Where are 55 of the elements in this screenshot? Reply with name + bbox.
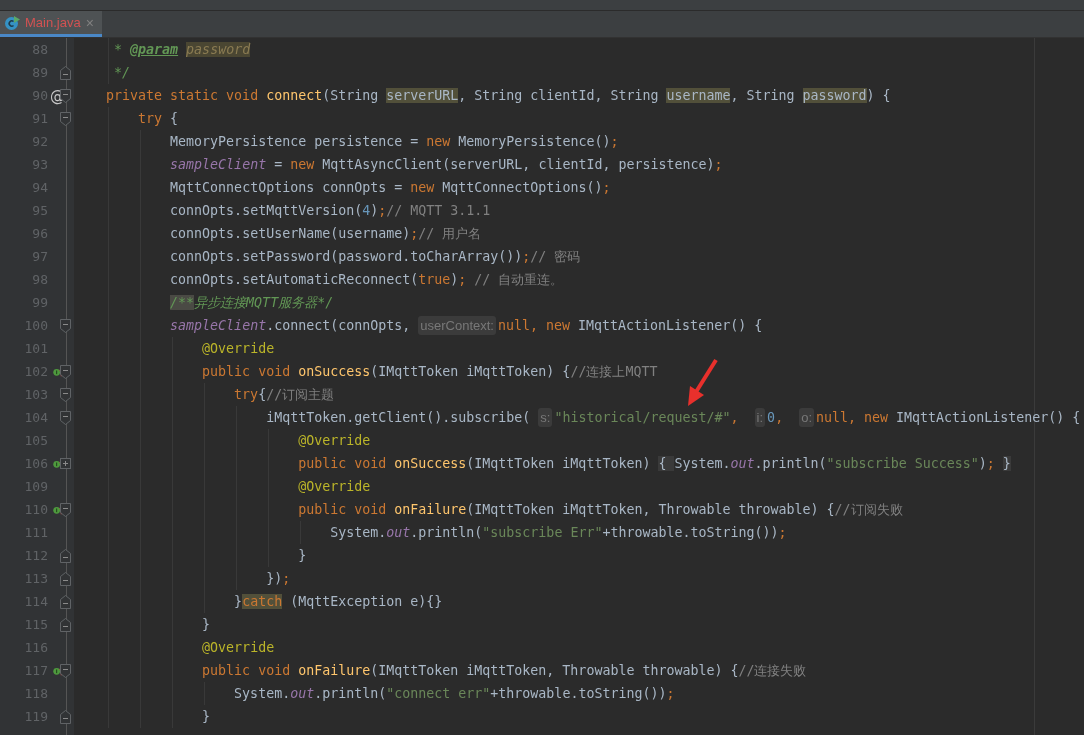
- inlay-hint: s:: [538, 408, 553, 427]
- code-text: System.out.println("subscribe Err"+throwable.toString());: [329, 525, 787, 540]
- code-text: public void onSuccess(IMqttToken iMqttToken) { System.out.println("subscribe Success"); }: [297, 456, 1011, 471]
- inlay-hint: o:: [799, 408, 814, 427]
- code-text: null, new IMqttActionListener() {: [497, 318, 763, 333]
- code-text: sampleClient = new MqttAsyncClient(serverURL, clientId, persistence);: [169, 157, 723, 172]
- fold-minus-icon[interactable]: [60, 617, 71, 632]
- code-text: MemoryPersistence persistence = new MemoryPersistence();: [169, 134, 619, 149]
- code-text: iMqttToken.getClient().subscribe(: [265, 410, 532, 425]
- class-file-icon: [4, 14, 20, 31]
- code-text: @Override: [297, 479, 371, 494]
- fold-minus-icon[interactable]: [60, 548, 71, 563]
- code-text: System.out.println("connect err"+throwable.toString());: [233, 686, 675, 701]
- fold-minus-icon[interactable]: [60, 387, 71, 402]
- fold-minus-icon[interactable]: [60, 594, 71, 609]
- fold-minus-icon[interactable]: [60, 709, 71, 724]
- code-text: MqttConnectOptions connOpts = new MqttConnectOptions();: [169, 180, 611, 195]
- inlay-hint: userContext:: [418, 316, 496, 335]
- fold-minus-icon[interactable]: [60, 410, 71, 425]
- code-text: try{//订阅主题: [233, 385, 335, 404]
- fold-minus-icon[interactable]: [60, 318, 71, 333]
- fold-minus-icon[interactable]: [60, 65, 71, 80]
- code-text: null, new IMqttActionListener() {: [816, 410, 1081, 425]
- code-text: }: [201, 617, 211, 632]
- inlay-hint: i:: [754, 408, 766, 427]
- code-text: /**异步连接MQTT服务器*/: [169, 293, 334, 312]
- code-text: * @param password: [113, 42, 251, 57]
- code-text: @Override: [201, 640, 275, 655]
- code-text: }catch (MqttException e){}: [233, 594, 443, 609]
- code-text: }: [201, 709, 211, 724]
- fold-plus-icon[interactable]: [60, 458, 71, 469]
- code-text: public void onFailure(IMqttToken iMqttToken, Throwable throwable) {//订阅失败: [297, 500, 903, 519]
- code-text: @Override: [201, 341, 275, 356]
- code-text: public void onSuccess(IMqttToken iMqttToken) {//连接上MQTT: [201, 362, 658, 381]
- code-text: 0,: [767, 410, 785, 425]
- code-text: try {: [137, 111, 179, 126]
- code-text: "historical/request/#",: [554, 410, 740, 425]
- code-text: sampleClient.connect(connOpts,: [169, 318, 412, 333]
- close-icon[interactable]: ×: [85, 14, 94, 31]
- fold-minus-icon[interactable]: [60, 571, 71, 586]
- code-text: public void onFailure(IMqttToken iMqttToken, Throwable throwable) {//连接失败: [201, 661, 807, 680]
- fold-minus-icon[interactable]: [60, 663, 71, 678]
- code-text: private static void connect(String serverURL, String clientId, String username, String password) {: [105, 88, 891, 103]
- fold-minus-icon[interactable]: [60, 502, 71, 517]
- code-text: connOpts.setAutomaticReconnect(true); // 自动重连。: [169, 270, 564, 289]
- code-text: connOpts.setPassword(password.toCharArray());// 密码: [169, 247, 581, 266]
- code-text: @Override: [297, 433, 371, 448]
- code-text: }: [297, 548, 307, 563]
- fold-minus-icon[interactable]: [60, 111, 71, 126]
- code-text: connOpts.setUserName(username);// 用户名: [169, 224, 482, 243]
- code-text: connOpts.setMqttVersion(4);// MQTT 3.1.1: [169, 203, 491, 218]
- file-tab[interactable]: Main.java ×: [0, 11, 102, 37]
- fold-minus-icon[interactable]: [60, 364, 71, 379]
- code-text: });: [265, 571, 291, 586]
- code-text: */: [113, 65, 131, 80]
